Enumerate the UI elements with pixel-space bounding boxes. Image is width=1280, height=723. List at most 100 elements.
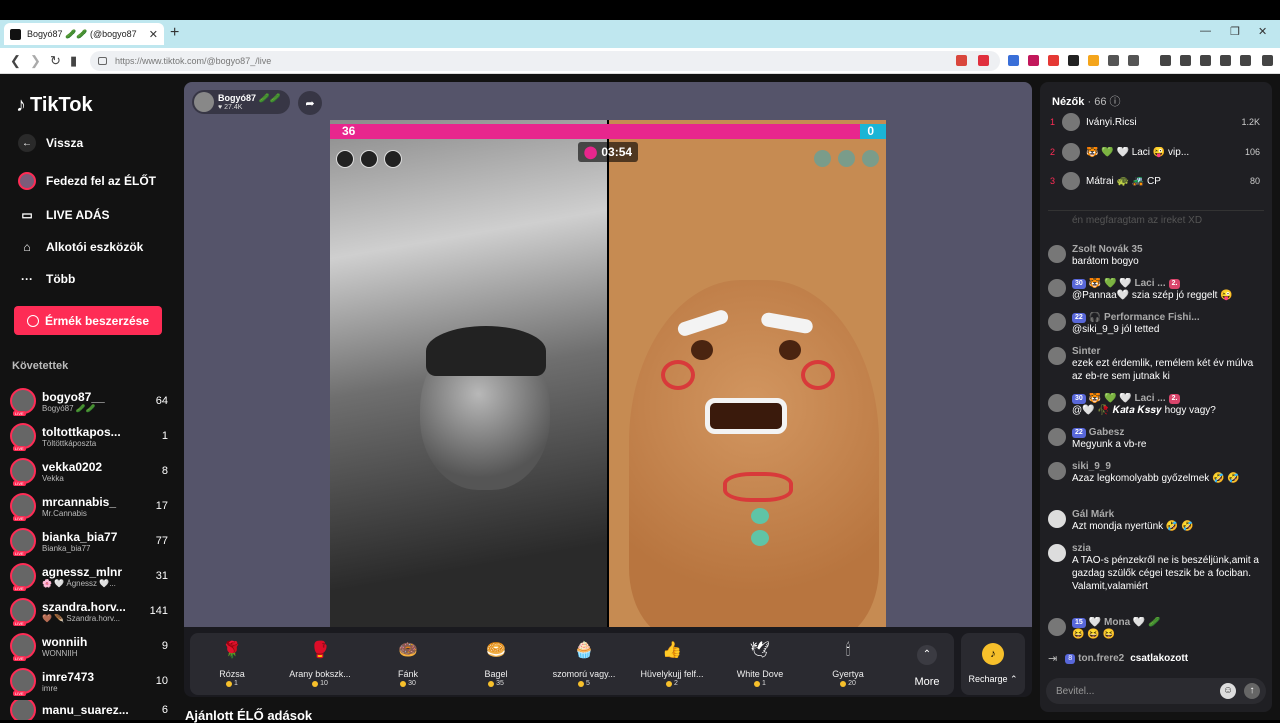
recharge-button[interactable]: ♪ Recharge ⌃ <box>961 633 1025 695</box>
host-info[interactable]: Bogyó87 🥒🥒 ♥ 27.4K <box>192 90 290 114</box>
ai-icon[interactable] <box>1220 55 1231 66</box>
extension-shield-icon[interactable] <box>956 55 967 66</box>
empty-seat-icon[interactable] <box>862 150 879 167</box>
get-coins-button[interactable]: Érmék beszerzése <box>14 306 162 335</box>
menu-icon[interactable] <box>1262 55 1273 66</box>
avatar[interactable] <box>1048 347 1066 365</box>
video-player[interactable]: 36 0 ⬤ 03:54 <box>330 120 886 627</box>
following-sub: Töltöttkáposzta <box>42 438 97 448</box>
avatar[interactable] <box>1048 394 1066 412</box>
wallet-icon[interactable] <box>1200 55 1211 66</box>
join-username[interactable]: ton.frere2 <box>1078 653 1124 664</box>
emoji-icon[interactable]: ☺ <box>1220 683 1236 699</box>
gingerbread-face <box>629 280 879 627</box>
url-field[interactable]: https://www.tiktok.com/@bogyo87_/live <box>90 51 1000 71</box>
avatar[interactable] <box>1048 544 1066 562</box>
gift-item[interactable]: 🥯 Bagel 35 <box>454 639 538 691</box>
extension-color-icon[interactable] <box>1088 55 1099 66</box>
restore-icon[interactable]: ❐ <box>1230 25 1240 38</box>
empty-seat-icon[interactable] <box>838 150 855 167</box>
following-item[interactable]: LIVE bogyo87__ Bogyó87 🥒🥒 64 <box>10 385 168 417</box>
close-tab-icon[interactable]: ✕ <box>149 28 158 41</box>
viewer-count: 64 <box>155 395 168 407</box>
nav-explore-live[interactable]: Fedezd fel az ÉLŐT <box>18 172 156 190</box>
chat-user-line[interactable]: 15 🤍 Mona 🤍 🥒 <box>1072 617 1264 628</box>
top-viewer-row[interactable]: 1 Iványi.Ricsi 1.2K <box>1050 110 1260 134</box>
chat-user-line[interactable]: 22 🎧 Performance Fishi... <box>1072 312 1264 323</box>
site-info-icon[interactable] <box>98 57 107 65</box>
new-tab-icon[interactable]: + <box>170 24 179 42</box>
gift-item[interactable]: 🍩 Fánk 30 <box>366 639 450 691</box>
following-item[interactable]: LIVE agnessz_mlnr 🌸 🤍 Ágnessz 🤍... 31 <box>10 560 168 592</box>
nav-back[interactable]: ← Vissza <box>18 134 83 152</box>
tiktok-logo[interactable]: ♪ TikTok <box>16 94 93 117</box>
extensions-puzzle-icon[interactable] <box>1108 55 1119 66</box>
extension-translate-icon[interactable] <box>1008 55 1019 66</box>
bookmark-icon[interactable]: ▮ <box>70 53 77 69</box>
following-item[interactable]: LIVE mrcannabis_ Mr.Cannabis 17 <box>10 490 168 522</box>
back-icon[interactable]: ❮ <box>10 53 21 69</box>
chat-username[interactable]: Sinter <box>1072 346 1264 357</box>
tiktok-page: ♪ TikTok ← Vissza Fedezd fel az ÉLŐT ▭ L… <box>0 74 1280 723</box>
reload-icon[interactable]: ↻ <box>50 53 61 69</box>
gift-item[interactable]: 🧁 szomorú vagy... 5 <box>542 639 626 691</box>
avatar[interactable] <box>1048 245 1066 263</box>
gift-item[interactable]: 🕊 White Dove 1 <box>718 639 802 691</box>
send-icon[interactable]: ↑ <box>1244 683 1260 699</box>
extension-sc-icon[interactable] <box>1068 55 1079 66</box>
extension-hls-icon[interactable] <box>1048 55 1059 66</box>
avatar[interactable] <box>1048 510 1066 528</box>
forward-icon[interactable]: ❯ <box>30 53 41 69</box>
chat-username[interactable]: Zsolt Novák 35 <box>1072 244 1264 255</box>
following-item[interactable]: LIVE toltottkapos... Töltöttkáposzta 1 <box>10 420 168 452</box>
following-item[interactable]: LIVE bianka_bia77 Bianka_bia77 77 <box>10 525 168 557</box>
avatar[interactable] <box>1048 428 1066 446</box>
back-arrow-icon: ← <box>18 134 36 152</box>
following-item[interactable]: LIVE szandra.horv... 🤎 🪶 Szandra.horv... … <box>10 595 168 627</box>
chat-username[interactable]: szia <box>1072 543 1264 554</box>
sidebar-icon[interactable] <box>1180 55 1191 66</box>
chat-username[interactable]: siki_9_9 <box>1072 461 1264 472</box>
extension-x-icon[interactable] <box>1028 55 1039 66</box>
close-window-icon[interactable]: ✕ <box>1258 25 1267 38</box>
following-item[interactable]: LIVE imre7473 imre 10 <box>10 665 168 697</box>
empty-seat-icon[interactable] <box>814 150 831 167</box>
chat-user-line[interactable]: 30 🐯 💚 🤍 Laci ... 2. <box>1072 278 1264 289</box>
chat-input[interactable]: Bevitel... ☺ ↑ <box>1046 678 1266 704</box>
minimize-icon[interactable]: — <box>1200 25 1211 37</box>
nav-creator-tools[interactable]: ⌂ Alkotói eszközök <box>18 238 143 256</box>
extension-triangle-icon[interactable] <box>978 55 989 66</box>
gift-item[interactable]: 🕯 Gyertya 20 <box>806 639 890 691</box>
gift-item[interactable]: 👍 Hüvelykujj felf... 2 <box>630 639 714 691</box>
gift-item[interactable]: 🥊 Arany bokszk... 10 <box>278 639 362 691</box>
avatar[interactable] <box>1048 279 1066 297</box>
top-viewer-row[interactable]: 2 🐯 💚 🤍 Laci 😜 vip... 106 <box>1050 140 1260 164</box>
top-viewer-row[interactable]: 3 Mátrai 🐢 🚜 CP 80 <box>1050 169 1260 193</box>
browser-tab[interactable]: Bogyó87 🥒🥒 (@bogyo87 ✕ <box>4 23 164 45</box>
chat-message: 30 🐯 💚 🤍 Laci ... 2. @🤍 🥀 𝑲𝒂𝒕𝒂 𝑲𝒔𝒔𝒚 hogy va… <box>1048 393 1264 417</box>
chat-user-line[interactable]: 22 Gabesz <box>1072 427 1264 438</box>
media-icon[interactable] <box>1160 55 1171 66</box>
following-item[interactable]: LIVE vekka0202 Vekka 8 <box>10 455 168 487</box>
viewers-header[interactable]: Nézők · 66 ⓘ <box>1052 93 1121 109</box>
share-button[interactable]: ➦ <box>298 91 322 115</box>
chat-message: Zsolt Novák 35 barátom bogyo <box>1048 244 1264 268</box>
chat-username[interactable]: Gál Márk <box>1072 509 1264 520</box>
vpn-icon[interactable] <box>1240 55 1251 66</box>
host-likes: ♥ 27.4K <box>218 104 243 111</box>
avatar[interactable] <box>1048 462 1066 480</box>
extension-box-icon[interactable] <box>1128 55 1139 66</box>
supporter-avatar[interactable] <box>384 150 402 168</box>
nav-live[interactable]: ▭ LIVE ADÁS <box>18 206 109 224</box>
following-item[interactable]: manu_suarez... 6 <box>10 700 168 720</box>
following-item[interactable]: LIVE wonniih WONNIIH 9 <box>10 630 168 662</box>
avatar[interactable] <box>1048 618 1066 636</box>
nav-more[interactable]: ··· Több <box>18 270 75 288</box>
supporter-avatar[interactable] <box>336 150 354 168</box>
more-gifts-button[interactable]: ⌃ More <box>910 645 944 688</box>
rank-number: 2 <box>1050 147 1056 157</box>
gift-item[interactable]: 🌹 Rózsa 1 <box>190 639 274 691</box>
chat-user-line[interactable]: 30 🐯 💚 🤍 Laci ... 2. <box>1072 393 1264 404</box>
supporter-avatar[interactable] <box>360 150 378 168</box>
avatar[interactable] <box>1048 313 1066 331</box>
